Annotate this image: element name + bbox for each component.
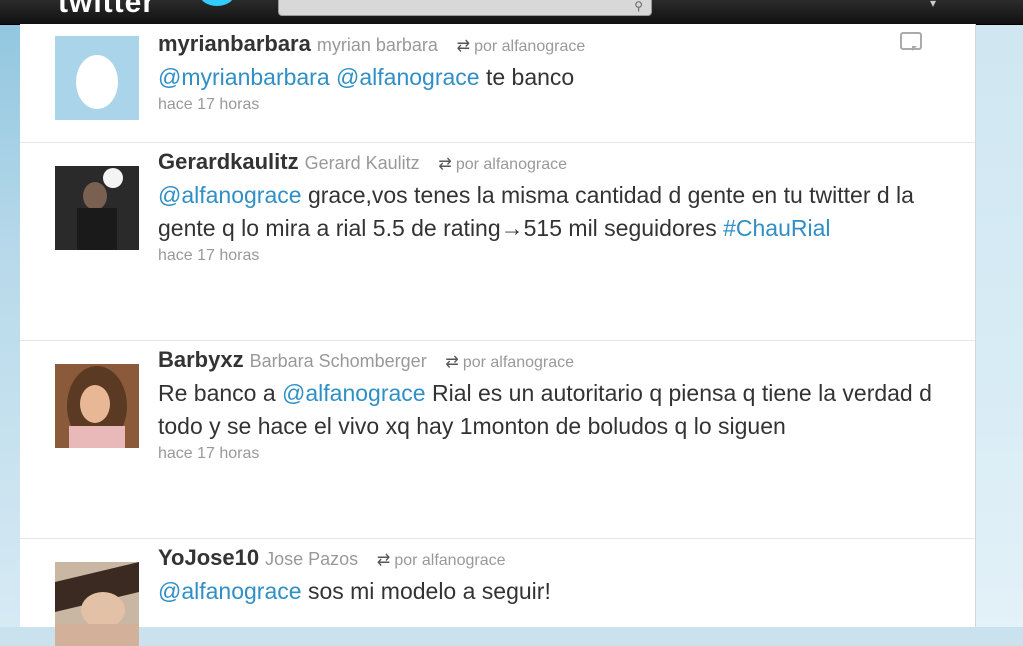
user-avatar[interactable]: [55, 562, 139, 646]
search-icon[interactable]: ⚲: [634, 0, 643, 13]
tweet-timestamp[interactable]: hace 17 horas: [158, 247, 938, 265]
tweet-item[interactable]: Barbyxz Barbara Schomberger ⇄ por alfanogr…: [20, 340, 975, 539]
mention-link[interactable]: @alfanograce: [336, 64, 480, 90]
tweet-text: @myrianbarbara @alfanograce te banco: [158, 61, 938, 94]
tweet-screen-name[interactable]: Barbyxz: [158, 347, 244, 372]
retweet-icon: ⇄: [445, 354, 459, 371]
tweet-screen-name[interactable]: Gerardkaulitz: [158, 149, 299, 174]
retweeted-by[interactable]: por alfanograce: [394, 552, 505, 569]
tweet-real-name: Gerard Kaulitz: [304, 153, 420, 173]
tweet-timestamp[interactable]: hace 17 horas: [158, 96, 938, 114]
tweet-text-segment: te banco: [479, 64, 575, 90]
retweeted-by[interactable]: por alfanograce: [463, 354, 574, 371]
page-background-right: [976, 0, 1023, 627]
user-avatar[interactable]: [55, 364, 139, 448]
mention-link[interactable]: @alfanograce: [282, 380, 426, 406]
tweet-text: @alfanograce grace,vos tenes la misma ca…: [158, 179, 938, 245]
tweet-item[interactable]: YoJose10 Jose Pazos ⇄ por alfanograce @alf…: [20, 538, 975, 646]
tweet-text: @alfanograce sos mi modelo a seguir!: [158, 575, 938, 608]
tweet-timestamp[interactable]: hace 17 horas: [158, 445, 938, 463]
twitter-bird-icon: [200, 0, 234, 6]
top-bar: twitter ⚲ ▾: [0, 0, 1023, 25]
tweet-real-name: Jose Pazos: [265, 549, 359, 569]
tweet-text-segment: Re banco a: [158, 380, 283, 406]
tweet-item[interactable]: myrianbarbara myrian barbara ⇄ por alfanog…: [20, 24, 975, 143]
mention-link[interactable]: @myrianbarbara: [158, 64, 330, 90]
user-avatar[interactable]: [55, 166, 139, 250]
retweet-icon: ⇄: [376, 552, 391, 569]
hashtag-link[interactable]: #ChauRial: [723, 215, 830, 241]
tweet-real-name: myrian barbara: [316, 35, 438, 55]
tweet-text-segment: sos mi modelo a seguir!: [301, 578, 551, 604]
mention-link[interactable]: @alfanograce: [158, 578, 302, 604]
egg-avatar[interactable]: [55, 36, 139, 120]
retweeted-by[interactable]: por alfanograce: [456, 156, 567, 173]
search-input[interactable]: ⚲: [278, 0, 652, 16]
tweet-screen-name[interactable]: myrianbarbara: [158, 31, 311, 56]
retweet-icon: ⇄: [456, 38, 471, 55]
tweet-screen-name[interactable]: YoJose10: [158, 545, 259, 570]
tweet-real-name: Barbara Schomberger: [249, 351, 427, 371]
tweet-text: Re banco a @alfanograce Rial es un autor…: [158, 377, 938, 443]
reply-icon[interactable]: [900, 32, 922, 51]
twitter-logo[interactable]: twitter: [58, 0, 155, 20]
account-menu-chevron-icon[interactable]: ▾: [930, 0, 936, 10]
mention-link[interactable]: @alfanograce: [158, 182, 302, 208]
retweeted-by[interactable]: por alfanograce: [474, 38, 585, 55]
retweet-icon: ⇄: [438, 156, 452, 173]
page-background-left: [0, 0, 20, 627]
tweet-item[interactable]: Gerardkaulitz Gerard Kaulitz ⇄ por alfanog…: [20, 142, 975, 341]
timeline: myrianbarbara myrian barbara ⇄ por alfanog…: [20, 24, 976, 646]
